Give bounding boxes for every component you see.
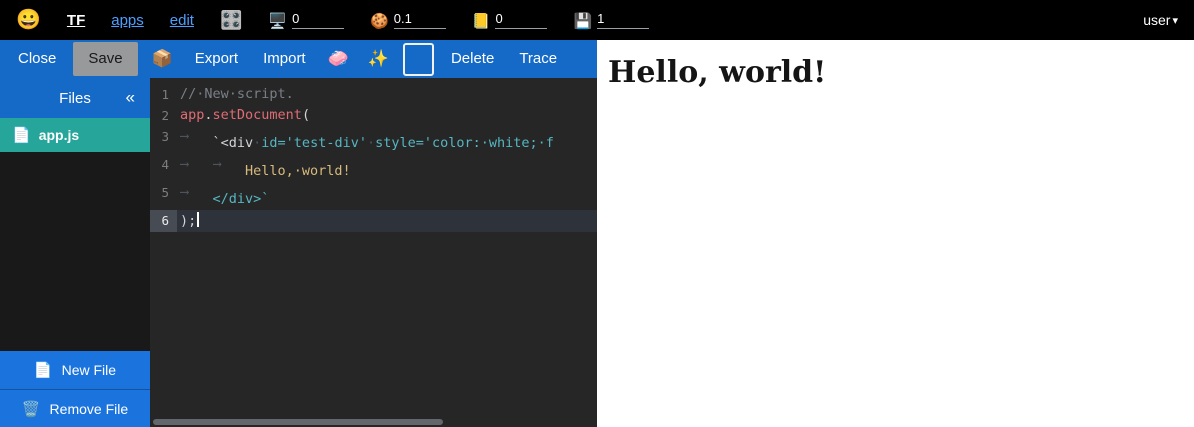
file-list: 📄 app.js: [0, 118, 150, 351]
blank-button[interactable]: [403, 43, 434, 76]
stat-disk: 💾 1: [573, 11, 649, 29]
sparkles-icon[interactable]: ✨: [363, 46, 394, 73]
code-line[interactable]: 2app.setDocument(: [150, 105, 597, 126]
export-button[interactable]: Export: [187, 45, 246, 74]
code-lines: 1//·New·script.2app.setDocument(3⟶`<div·…: [150, 78, 597, 232]
line-number: 2: [150, 105, 177, 126]
save-button[interactable]: Save: [73, 42, 137, 77]
user-menu-label: user: [1143, 12, 1170, 28]
import-button[interactable]: Import: [255, 45, 314, 74]
files-panel-title: Files: [59, 90, 91, 107]
nav-link-apps[interactable]: apps: [111, 12, 144, 29]
file-item-appjs[interactable]: 📄 app.js: [0, 118, 150, 152]
line-number: 4: [150, 154, 177, 182]
code-line[interactable]: 6);: [150, 210, 597, 232]
soap-icon[interactable]: 🧼: [323, 46, 354, 73]
app-logo-emoji[interactable]: 😀: [16, 10, 41, 30]
code-editor[interactable]: 1//·New·script.2app.setDocument(3⟶`<div·…: [150, 78, 597, 427]
stat-monitor: 🖥️ 0: [268, 11, 344, 29]
document-icon: 📄: [12, 126, 31, 144]
delete-button[interactable]: Delete: [443, 45, 502, 74]
package-icon[interactable]: 📦: [147, 46, 178, 73]
new-file-button[interactable]: 📄 New File: [0, 351, 150, 389]
nav-link-tf[interactable]: TF: [67, 12, 85, 29]
stat-ledger: 📒 0: [472, 11, 548, 29]
code-line-content: app.setDocument(: [177, 105, 310, 126]
code-line[interactable]: 1//·New·script.: [150, 84, 597, 105]
line-number: 1: [150, 84, 177, 105]
code-line-content: ⟶⟶Hello,·world!: [177, 154, 351, 182]
collapse-panel-icon[interactable]: «: [122, 86, 139, 110]
preview-text: Hello, world!: [608, 55, 1194, 90]
new-file-label: New File: [62, 362, 116, 378]
trace-button[interactable]: Trace: [511, 45, 565, 74]
remove-file-button[interactable]: 🗑️ Remove File: [0, 389, 150, 427]
user-menu[interactable]: user ▾: [1143, 12, 1178, 28]
monitor-icon: 🖥️: [268, 14, 287, 29]
nav-link-edit[interactable]: edit: [170, 12, 194, 29]
code-line[interactable]: 3⟶`<div·id='test-div'·style='color:·whit…: [150, 126, 597, 154]
code-line-content: ⟶</div>`: [177, 182, 269, 210]
main-area: Close Save 📦 Export Import 🧼 ✨ Delete Tr…: [0, 40, 1194, 427]
code-line[interactable]: 5⟶</div>`: [150, 182, 597, 210]
remove-file-label: Remove File: [50, 401, 129, 417]
line-number: 6: [150, 210, 177, 232]
stat-ledger-value[interactable]: 0: [495, 11, 547, 29]
preview-pane: Hello, world!: [597, 40, 1194, 427]
new-file-icon: 📄: [34, 361, 53, 379]
stat-monitor-value[interactable]: 0: [292, 11, 344, 29]
stat-cookie: 🍪 0.1: [370, 11, 446, 29]
stat-cookie-value[interactable]: 0.1: [394, 11, 446, 29]
files-panel: Files « 📄 app.js 📄 New File 🗑️ Remove Fi…: [0, 78, 150, 427]
files-panel-header: Files «: [0, 78, 150, 118]
ledger-icon: 📒: [472, 14, 491, 29]
horizontal-scrollbar[interactable]: [150, 418, 597, 426]
remove-file-icon: 🗑️: [22, 400, 41, 418]
workspace-body: Files « 📄 app.js 📄 New File 🗑️ Remove Fi…: [0, 78, 597, 427]
cookie-icon: 🍪: [370, 14, 389, 29]
workspace-column: Close Save 📦 Export Import 🧼 ✨ Delete Tr…: [0, 40, 597, 427]
control-knobs-icon[interactable]: 🎛️: [220, 10, 242, 31]
chevron-down-icon: ▾: [1172, 14, 1178, 27]
close-button[interactable]: Close: [10, 45, 64, 74]
code-line[interactable]: 4⟶⟶Hello,·world!: [150, 154, 597, 182]
line-number: 5: [150, 182, 177, 210]
topbar: 😀 TF apps edit 🎛️ 🖥️ 0 🍪 0.1 📒 0 💾 1 use…: [0, 0, 1194, 40]
stat-disk-value[interactable]: 1: [597, 11, 649, 29]
editor-toolbar: Close Save 📦 Export Import 🧼 ✨ Delete Tr…: [0, 40, 597, 78]
scrollbar-thumb[interactable]: [153, 419, 443, 425]
file-name: app.js: [39, 127, 79, 143]
code-line-content: ⟶`<div·id='test-div'·style='color:·white…: [177, 126, 554, 154]
code-line-content: //·New·script.: [177, 84, 294, 105]
line-number: 3: [150, 126, 177, 154]
text-cursor: [197, 212, 199, 227]
code-line-content: );: [177, 210, 199, 232]
floppy-disk-icon: 💾: [573, 14, 592, 29]
